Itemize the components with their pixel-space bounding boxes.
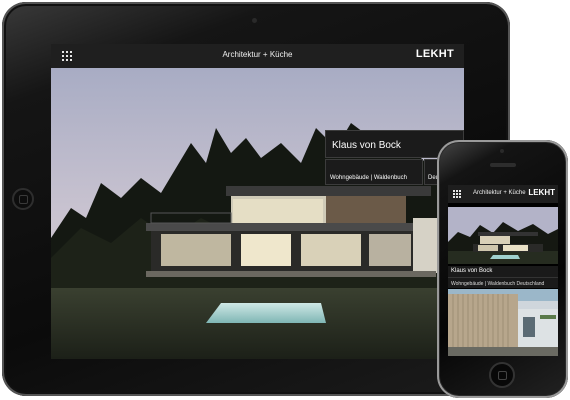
phone-speaker	[490, 163, 516, 167]
house-thumbnail[interactable]	[448, 207, 558, 264]
project-name[interactable]: Klaus von Bock	[448, 266, 558, 277]
detail-photo[interactable]	[448, 289, 558, 356]
project-location: Wohngebäude | Waldenbuch Deutschland	[448, 277, 558, 288]
grid-menu-icon[interactable]	[453, 190, 461, 198]
phone-device: Architektur + Küche LEKHT Klaus von Bock…	[437, 140, 568, 398]
house-photo[interactable]	[51, 68, 464, 359]
tablet-screen: Architektur + Küche LEKHT Klaus von Bock…	[51, 44, 464, 359]
tablet-header-title: Architektur + Küche	[222, 50, 293, 59]
tablet-camera	[252, 18, 257, 23]
phone-header-title: Architektur + Küche	[473, 190, 526, 196]
phone-screen: Architektur + Küche LEKHT Klaus von Bock…	[448, 185, 558, 356]
phone-header-bar: Architektur + Küche LEKHT	[448, 185, 558, 203]
brand-logo[interactable]: LEKHT	[416, 48, 454, 60]
tablet-home-button[interactable]	[12, 188, 34, 210]
project-location-panel[interactable]: Wohngebäude | Waldenbuch	[325, 159, 423, 185]
phone-home-button[interactable]	[489, 362, 515, 388]
phone-camera	[500, 149, 504, 153]
tablet-device: Architektur + Küche LEKHT Klaus von Bock…	[2, 2, 510, 396]
tablet-header-bar: Architektur + Küche LEKHT	[51, 44, 464, 68]
brand-logo[interactable]: LEKHT	[528, 188, 555, 197]
